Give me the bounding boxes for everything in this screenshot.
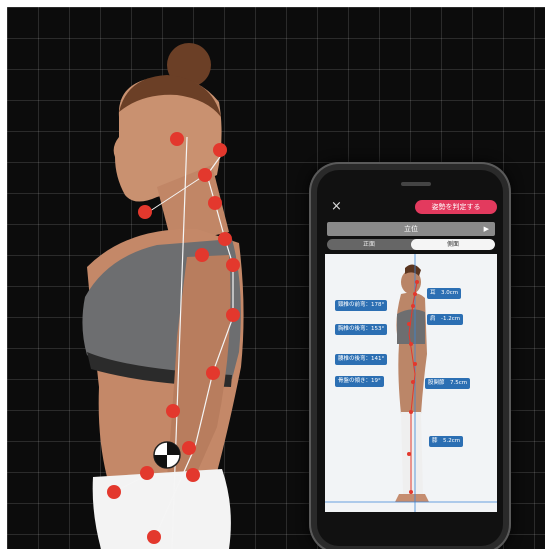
- smartphone: × 姿勢を判定する 立位 ▶ 正面 側面 頸椎の前弯：178° 胸椎の後弯：15…: [309, 162, 511, 549]
- tab-front[interactable]: 正面: [327, 239, 411, 250]
- standing-mode-bar[interactable]: 立位 ▶: [327, 222, 495, 236]
- phone-speaker: [401, 182, 431, 186]
- mini-pants: [401, 412, 423, 494]
- hip-offset-tag: 股関節 7.5cm: [425, 378, 471, 389]
- mode-title: 立位: [404, 225, 418, 233]
- neck-marker-2: [198, 168, 212, 182]
- mid-back-marker: [226, 308, 240, 322]
- tab-side[interactable]: 側面: [411, 239, 495, 250]
- mini-feet: [395, 494, 429, 502]
- knee-marker: [147, 530, 161, 544]
- thoracic-marker: [226, 258, 240, 272]
- knee-offset-tag: 膝 5.2cm: [429, 436, 464, 447]
- ear-marker: [170, 132, 184, 146]
- white-pants: [92, 469, 231, 549]
- thoracic-kyphosis-tag: 胸椎の後弯：153°: [335, 324, 388, 335]
- chin-marker: [138, 205, 152, 219]
- upper-back-marker: [208, 196, 222, 210]
- pelvic-tilt-tag: 骨盤の傾き：19°: [335, 376, 384, 387]
- neck-marker-1: [213, 143, 227, 157]
- posture-analysis-view: 頸椎の前弯：178° 胸椎の後弯：153° 腰椎の後弯：141° 骨盤の傾き：1…: [325, 254, 497, 512]
- close-icon[interactable]: ×: [331, 200, 342, 213]
- posture-promo-image: × 姿勢を判定する 立位 ▶ 正面 側面 頸椎の前弯：178° 胸椎の後弯：15…: [7, 7, 545, 549]
- view-tabs: 正面 側面: [327, 239, 495, 250]
- elbow-marker: [166, 404, 180, 418]
- shoulder-offset-tag: 肩 -1.2cm: [427, 314, 464, 325]
- lumbar-kyphosis-tag: 腰椎の後弯：141°: [335, 354, 388, 365]
- wrist-marker: [182, 441, 196, 455]
- lumbar-marker: [206, 366, 220, 380]
- play-icon[interactable]: ▶: [484, 222, 489, 236]
- mini-top: [397, 309, 425, 344]
- app-screen: × 姿勢を判定する 立位 ▶ 正面 側面 頸椎の前弯：178° 胸椎の後弯：15…: [317, 170, 503, 546]
- pelvis-back-marker: [186, 468, 200, 482]
- shoulder-front-marker: [195, 248, 209, 262]
- ear-offset-tag: 耳 3.0cm: [427, 288, 462, 299]
- cervical-lordosis-tag: 頸椎の前弯：178°: [335, 300, 388, 311]
- pelvis-front-marker: [140, 466, 154, 480]
- judge-posture-button[interactable]: 姿勢を判定する: [415, 200, 497, 214]
- shoulder-marker: [218, 232, 232, 246]
- hip-front-marker: [107, 485, 121, 499]
- hip-joint-target-icon: [153, 441, 181, 469]
